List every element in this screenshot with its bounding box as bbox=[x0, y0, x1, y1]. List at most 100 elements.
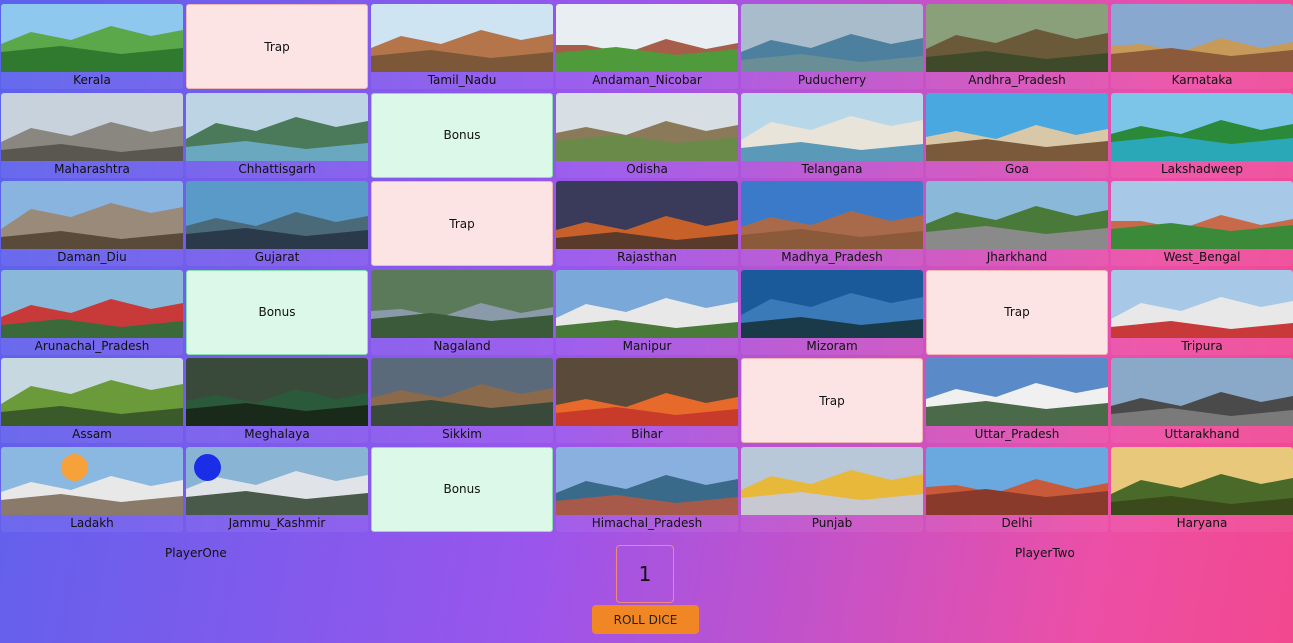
board-cell-uttarakhand: Uttarakhand bbox=[1111, 358, 1293, 443]
state-name: Maharashtra bbox=[54, 161, 130, 176]
state-name: Manipur bbox=[622, 338, 672, 353]
board-cell-jammu-kashmir: Jammu_Kashmir bbox=[186, 446, 368, 532]
state-name: Odisha bbox=[626, 161, 668, 176]
player-two-label: PlayerTwo bbox=[1015, 546, 1075, 560]
trap-cell: Trap bbox=[371, 181, 553, 266]
board-cell-sikkim: Sikkim bbox=[371, 358, 553, 443]
state-name: Ladakh bbox=[70, 515, 114, 530]
state-name: Haryana bbox=[1176, 515, 1228, 530]
state-photo bbox=[371, 358, 553, 426]
state-photo bbox=[556, 92, 738, 161]
state-photo bbox=[926, 92, 1108, 161]
state-photo bbox=[186, 181, 368, 249]
board-cell-mizoram: Mizoram bbox=[741, 269, 923, 355]
player-two-token bbox=[194, 453, 221, 481]
roll-dice-button[interactable]: ROLL DICE bbox=[592, 605, 699, 634]
board-cell-arunachal-pradesh: Arunachal_Pradesh bbox=[1, 269, 183, 355]
board-cell-manipur: Manipur bbox=[556, 269, 738, 355]
state-photo bbox=[556, 446, 738, 515]
state-photo bbox=[926, 358, 1108, 426]
player-one-label: PlayerOne bbox=[165, 546, 227, 560]
state-name: Arunachal_Pradesh bbox=[34, 338, 150, 353]
state-photo bbox=[1, 269, 183, 338]
board-cell-nagaland: Nagaland bbox=[371, 269, 553, 355]
state-photo bbox=[556, 4, 738, 72]
board-cell-kerala: Kerala bbox=[1, 4, 183, 89]
state-name: Mizoram bbox=[806, 338, 858, 353]
board-cell-haryana: Haryana bbox=[1111, 446, 1293, 532]
state-name: Himachal_Pradesh bbox=[591, 515, 703, 530]
state-name: Madhya_Pradesh bbox=[781, 250, 883, 264]
state-name: Karnataka bbox=[1171, 73, 1233, 87]
state-photo bbox=[1, 4, 183, 72]
board-cell-meghalaya: Meghalaya bbox=[186, 358, 368, 443]
state-photo bbox=[556, 358, 738, 426]
state-photo bbox=[741, 446, 923, 515]
board-cell-punjab: Punjab bbox=[741, 446, 923, 532]
trap-cell: Trap bbox=[926, 269, 1108, 355]
state-name: Tripura bbox=[1181, 338, 1223, 353]
board-cell-puducherry: Puducherry bbox=[741, 4, 923, 89]
board-cell-assam: Assam bbox=[1, 358, 183, 443]
board-cell-goa: Goa bbox=[926, 92, 1108, 178]
state-name: Uttar_Pradesh bbox=[974, 427, 1060, 441]
board-cell-karnataka: Karnataka bbox=[1111, 4, 1293, 89]
state-name: Lakshadweep bbox=[1160, 161, 1243, 176]
state-photo bbox=[741, 92, 923, 161]
trap-cell: Trap bbox=[186, 4, 368, 89]
state-photo bbox=[741, 181, 923, 249]
state-photo bbox=[926, 181, 1108, 249]
board-cell-delhi: Delhi bbox=[926, 446, 1108, 532]
state-name: Bihar bbox=[631, 427, 663, 441]
bonus-cell: Bonus bbox=[371, 446, 553, 532]
state-photo bbox=[1111, 269, 1293, 338]
board-cell-west-bengal: West_Bengal bbox=[1111, 181, 1293, 266]
state-name: Delhi bbox=[1001, 515, 1033, 530]
state-name: Puducherry bbox=[797, 73, 867, 87]
state-name: West_Bengal bbox=[1163, 250, 1241, 264]
board-cell-lakshadweep: Lakshadweep bbox=[1111, 92, 1293, 178]
state-name: Goa bbox=[1005, 161, 1029, 176]
state-photo bbox=[926, 4, 1108, 72]
board-cell-madhya-pradesh: Madhya_Pradesh bbox=[741, 181, 923, 266]
state-photo bbox=[926, 446, 1108, 515]
board-cell-maharashtra: Maharashtra bbox=[1, 92, 183, 178]
state-name: Chhattisgarh bbox=[238, 161, 316, 176]
state-photo bbox=[371, 4, 553, 72]
state-photo bbox=[371, 269, 553, 338]
state-name: Andaman_Nicobar bbox=[592, 73, 702, 87]
state-photo bbox=[1, 92, 183, 161]
state-name: Uttarakhand bbox=[1164, 427, 1240, 441]
state-name: Gujarat bbox=[254, 250, 300, 264]
board-cell-gujarat: Gujarat bbox=[186, 181, 368, 266]
dice-face: 1 bbox=[616, 545, 674, 603]
trap-cell: Trap bbox=[741, 358, 923, 443]
board-cell-uttar-pradesh: Uttar_Pradesh bbox=[926, 358, 1108, 443]
board-cell-jharkhand: Jharkhand bbox=[926, 181, 1108, 266]
state-photo bbox=[1, 446, 183, 515]
board-cell-odisha: Odisha bbox=[556, 92, 738, 178]
state-name: Meghalaya bbox=[244, 427, 310, 441]
state-photo bbox=[186, 92, 368, 161]
state-photo bbox=[1111, 92, 1293, 161]
state-photo bbox=[186, 358, 368, 426]
state-photo bbox=[1111, 181, 1293, 249]
board-cell-ladakh: Ladakh bbox=[1, 446, 183, 532]
state-name: Jammu_Kashmir bbox=[228, 515, 326, 530]
board-cell-tamil-nadu: Tamil_Nadu bbox=[371, 4, 553, 89]
state-name: Rajasthan bbox=[617, 250, 677, 264]
board-cell-rajasthan: Rajasthan bbox=[556, 181, 738, 266]
board-cell-telangana: Telangana bbox=[741, 92, 923, 178]
state-photo bbox=[1111, 4, 1293, 72]
state-name: Nagaland bbox=[433, 338, 491, 353]
state-name: Daman_Diu bbox=[57, 250, 127, 264]
state-photo bbox=[741, 4, 923, 72]
bonus-cell: Bonus bbox=[371, 92, 553, 178]
state-name: Punjab bbox=[811, 515, 853, 530]
board-cell-himachal-pradesh: Himachal_Pradesh bbox=[556, 446, 738, 532]
game-board: Kerala Trap Tamil_Nadu Andaman_Nicobar Puduc… bbox=[1, 4, 1293, 532]
state-name: Assam bbox=[72, 427, 112, 441]
state-photo bbox=[1, 181, 183, 249]
state-photo bbox=[556, 181, 738, 249]
state-name: Tamil_Nadu bbox=[427, 73, 497, 87]
